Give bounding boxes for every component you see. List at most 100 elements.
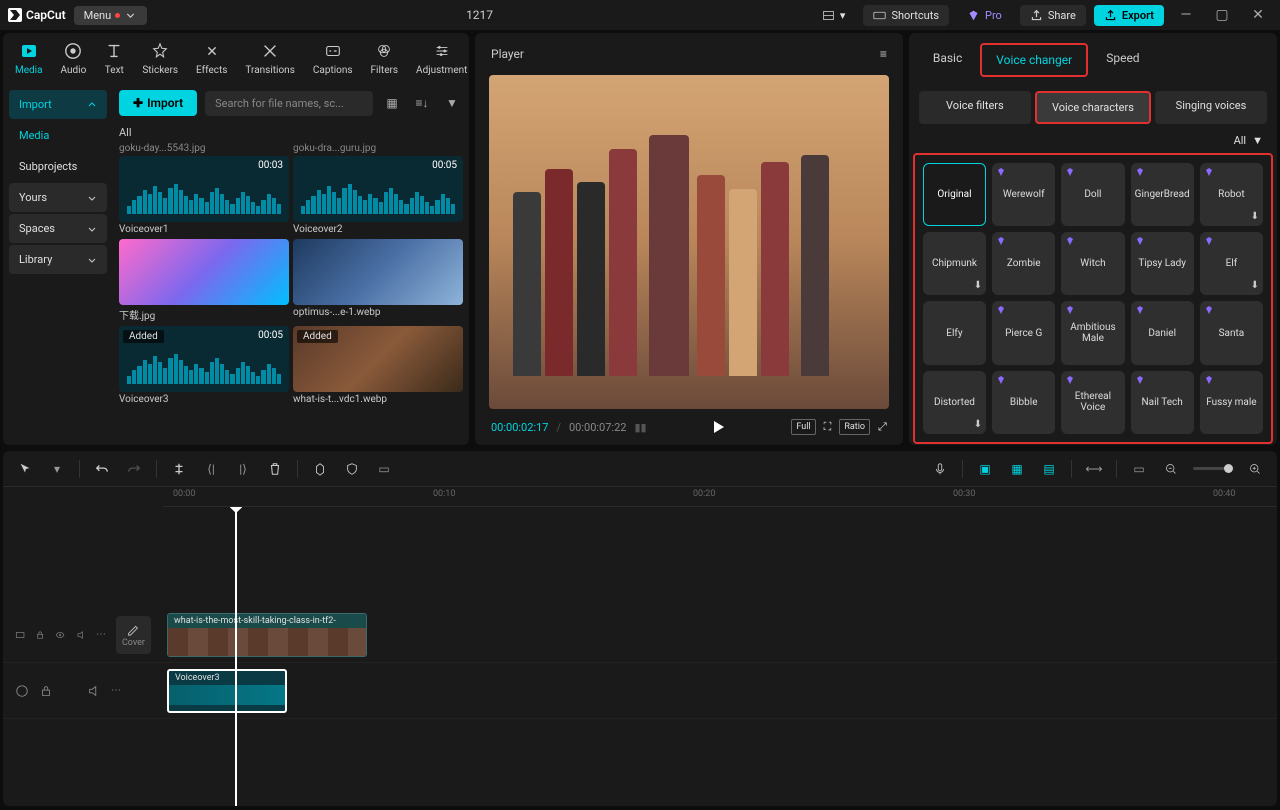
shield-button[interactable] [342,459,362,479]
voice-card[interactable]: Ethereal Voice [1061,371,1124,434]
voice-card[interactable]: Zombie [992,232,1055,295]
track-more-icon[interactable]: ⋯ [111,685,121,696]
lock-icon[interactable] [39,684,53,698]
subtab-voice-filters[interactable]: Voice filters [919,91,1031,124]
cover-button[interactable]: Cover [116,616,151,654]
voice-card[interactable]: Elfy [923,301,986,364]
sidebar-library[interactable]: Library [9,245,107,274]
voice-card[interactable]: Chipmunk⬇ [923,232,986,295]
tab-filters[interactable]: Filters [371,41,399,76]
timeline-ruler[interactable]: 00:00 00:10 00:20 00:30 00:40 [163,487,1277,507]
tab-media[interactable]: Media [15,41,43,76]
filter-icon[interactable]: ▼ [1252,134,1263,147]
media-item[interactable]: goku-dra...guru.jpg00:05Voiceover2 [293,143,463,235]
tab-text[interactable]: Text [104,41,124,76]
tab-basic[interactable]: Basic [919,43,976,77]
tab-speed[interactable]: Speed [1092,43,1153,77]
sidebar-spaces[interactable]: Spaces [9,214,107,243]
magnet-link-icon[interactable]: ▤ [1039,459,1059,479]
selection-tool[interactable] [15,459,35,479]
tab-stickers[interactable]: Stickers [142,41,178,76]
media-item[interactable]: optimus-...e-1.webp [293,239,463,322]
minimize-button[interactable]: — [1172,5,1200,25]
voice-card[interactable]: Bibble [992,371,1055,434]
search-input[interactable]: Search for file names, sc... [205,91,373,116]
voice-card[interactable]: Witch [1061,232,1124,295]
magnet-track-icon[interactable]: ▦ [1007,459,1027,479]
mute-icon[interactable] [76,628,86,642]
voice-card[interactable]: Elf⬇ [1200,232,1263,295]
sort-icon[interactable]: ≡↓ [411,92,433,114]
export-button[interactable]: Export [1094,5,1164,26]
tab-captions[interactable]: Captions [313,41,353,76]
video-clip[interactable]: what-is-the-most-skill-taking-class-in-t… [167,613,367,657]
marker-button[interactable] [310,459,330,479]
maximize-button[interactable]: ▢ [1208,5,1236,25]
playhead[interactable] [235,507,237,806]
full-button[interactable]: Full [791,419,815,435]
sidebar-import[interactable]: Import [9,90,107,119]
tab-audio[interactable]: Audio [61,41,87,76]
zoom-slider[interactable] [1193,467,1233,470]
view-grid-icon[interactable]: ▦ [381,92,403,114]
lock-icon[interactable] [35,628,45,642]
voice-card[interactable]: Robot⬇ [1200,163,1263,226]
tab-adjustment[interactable]: Adjustment [416,41,467,76]
track-collapse-icon[interactable] [15,628,25,642]
layout-button[interactable]: ▾ [812,5,856,26]
voice-card[interactable]: Fussy male [1200,371,1263,434]
ratio-button[interactable]: Ratio [839,419,870,435]
voice-card[interactable]: Daniel [1131,301,1194,364]
voice-card[interactable]: Distorted⬇ [923,371,986,434]
voice-card[interactable]: Original [923,163,986,226]
eye-icon[interactable] [55,628,65,642]
share-button[interactable]: Share [1020,5,1086,26]
sidebar-yours[interactable]: Yours [9,183,107,212]
zoom-in-icon[interactable] [1245,459,1265,479]
track-more-icon[interactable]: ⋯ [96,629,106,640]
media-item[interactable]: 下载.jpg [119,239,289,322]
align-icon[interactable]: ⟷ [1084,459,1104,479]
filter-icon[interactable]: ▼ [441,92,463,114]
voice-card[interactable]: Nail Tech [1131,371,1194,434]
subtab-voice-characters[interactable]: Voice characters [1035,91,1151,124]
magnet-main-icon[interactable]: ▣ [975,459,995,479]
selection-dropdown-icon[interactable]: ▾ [47,459,67,479]
voice-card[interactable]: Ambitious Male [1061,301,1124,364]
voice-card[interactable]: Doll [1061,163,1124,226]
menu-button[interactable]: Menu [74,6,148,25]
voice-card[interactable]: Santa [1200,301,1263,364]
tab-voice-changer[interactable]: Voice changer [980,43,1088,77]
fullscreen-icon[interactable]: ⤢ [878,420,887,434]
crop-timeline-button[interactable]: ▭ [374,459,394,479]
player-menu-icon[interactable]: ≡ [880,47,887,61]
import-button[interactable]: ✚ Import [119,90,197,116]
volume-bars-icon[interactable]: ▮▮ [634,421,646,434]
crop-icon[interactable]: ⛶ [824,420,832,434]
shortcuts-button[interactable]: Shortcuts [863,5,949,26]
mute-icon[interactable] [87,684,101,698]
voice-card[interactable]: GingerBread [1131,163,1194,226]
tab-effects[interactable]: Effects [196,41,227,76]
subtab-singing-voices[interactable]: Singing voices [1155,91,1267,124]
media-item[interactable]: goku-day...5543.jpg00:03Voiceover1 [119,143,289,235]
all-filter-label[interactable]: All [1234,134,1247,147]
sidebar-media[interactable]: Media [9,121,107,150]
undo-button[interactable] [92,459,112,479]
player-viewport[interactable] [489,75,889,409]
tab-transitions[interactable]: Transitions [245,41,294,76]
preview-icon[interactable]: ▭ [1129,459,1149,479]
sidebar-subprojects[interactable]: Subprojects [9,152,107,181]
split-button[interactable] [169,459,189,479]
delete-button[interactable] [265,459,285,479]
audio-clip[interactable]: Voiceover3 [167,669,287,713]
play-button[interactable] [714,421,724,433]
voice-card[interactable]: Tipsy Lady [1131,232,1194,295]
split-left-button[interactable]: ⟨| [201,459,221,479]
redo-button[interactable] [124,459,144,479]
media-item[interactable]: Addedwhat-is-t...vdc1.webp [293,326,463,405]
voice-card[interactable]: Werewolf [992,163,1055,226]
mic-icon[interactable] [930,459,950,479]
pro-button[interactable]: Pro [957,5,1012,26]
voice-card[interactable]: Pierce G [992,301,1055,364]
